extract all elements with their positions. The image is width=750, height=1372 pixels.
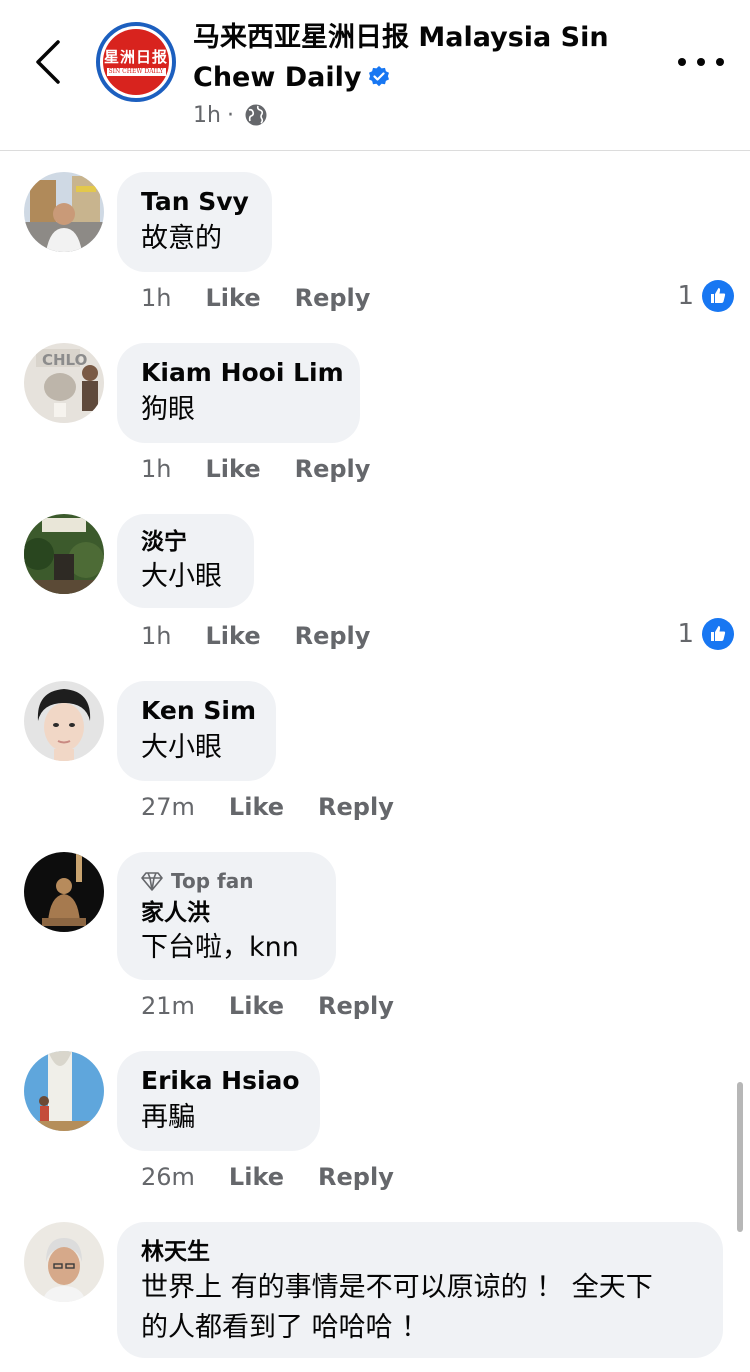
avatar[interactable] [24,1051,104,1131]
comment-item: 淡宁 大小眼 1h Like Reply 1 [0,514,750,664]
comment-bubble[interactable]: Ken Sim 大小眼 [117,681,276,781]
verified-check-icon [367,65,391,89]
comment-text: 狗眼 [141,394,195,425]
page-name[interactable]: 马来西亚星洲日报 Malaysia Sin Chew Daily [193,18,653,98]
top-fan-badge: Top fan [141,866,312,896]
reaction-number: 1 [677,619,694,649]
avatar[interactable] [24,172,104,252]
more-dot [697,58,705,66]
like-button[interactable]: Like [205,284,260,312]
globe-icon [244,103,268,127]
comment-actions: 1h Like Reply [141,283,370,313]
comment-text: 故意的 [141,223,222,254]
comment-text: 世界上 有的事情是不可以原谅的 ！ 全天下 [141,1272,653,1303]
like-reaction-icon [702,280,734,312]
reply-button[interactable]: Reply [295,622,371,650]
comment-actions: 21m Like Reply [141,991,394,1021]
avatar[interactable] [24,852,104,932]
post-meta: 1h · [193,100,268,130]
reaction-number: 1 [677,281,694,311]
comment-bubble[interactable]: Erika Hsiao 再騙 [117,1051,320,1151]
reply-button[interactable]: Reply [318,992,394,1020]
comment-bubble[interactable]: Top fan 家人洪 下台啦，knn [117,852,336,980]
comment-time[interactable]: 26m [141,1163,195,1191]
logo-text-en: SIN CHEW DAILY [106,67,166,76]
comment-author[interactable]: Ken Sim [141,693,256,729]
more-options-button[interactable] [678,50,724,74]
comment-actions: 1h Like Reply [141,621,370,651]
diamond-icon [141,870,163,892]
reply-button[interactable]: Reply [318,1163,394,1191]
comment-actions: 27m Like Reply [141,792,394,822]
comment-text: 再騙 [141,1102,195,1133]
chevron-left-icon [36,40,60,84]
more-dot [716,58,724,66]
comment-author[interactable]: 林天生 [141,1236,699,1268]
meta-separator: · [226,102,234,128]
comment-author[interactable]: Erika Hsiao [141,1063,300,1099]
avatar[interactable] [24,681,104,761]
comment-item: Top fan 家人洪 下台啦，knn 21m Like Reply [0,852,750,1022]
avatar[interactable]: CHLO [24,343,104,423]
comment-time[interactable]: 1h [141,622,171,650]
comment-item: Ken Sim 大小眼 27m Like Reply [0,681,750,831]
comment-author[interactable]: Tan Svy [141,184,249,220]
reaction-count[interactable]: 1 [677,617,734,651]
comment-actions: 26m Like Reply [141,1162,394,1192]
comment-item: 林天生 世界上 有的事情是不可以原谅的 ！ 全天下 的人都看到了 哈哈哈 ！ [0,1222,750,1362]
comment-text: 大小眼 [141,732,222,763]
like-button[interactable]: Like [229,992,284,1020]
logo-text-cn: 星洲日报 [103,47,168,66]
svg-text:CHLO: CHLO [42,351,87,369]
comment-bubble[interactable]: 淡宁 大小眼 [117,514,254,608]
comment-item: Tan Svy 故意的 1h Like Reply 1 [0,172,750,322]
reply-button[interactable]: Reply [295,284,371,312]
avatar[interactable] [24,514,104,594]
comment-bubble[interactable]: Tan Svy 故意的 [117,172,272,272]
comment-text: 的人都看到了 哈哈哈 ！ [141,1312,429,1343]
avatar[interactable] [24,1222,104,1302]
comment-author[interactable]: 家人洪 [141,896,312,930]
post-header: 星洲日报 SIN CHEW DAILY 马来西亚星洲日报 Malaysia Si… [0,0,750,151]
reply-button[interactable]: Reply [318,793,394,821]
comment-author[interactable]: Kiam Hooi Lim [141,355,344,391]
comment-item: Erika Hsiao 再騙 26m Like Reply [0,1051,750,1201]
comment-author[interactable]: 淡宁 [141,526,230,558]
comment-time[interactable]: 27m [141,793,195,821]
like-reaction-icon [702,618,734,650]
comment-bubble[interactable]: 林天生 世界上 有的事情是不可以原谅的 ！ 全天下 的人都看到了 哈哈哈 ！ [117,1222,723,1358]
comment-text: 下台啦，knn [141,932,299,963]
top-fan-label: Top fan [171,869,254,893]
comment-actions: 1h Like Reply [141,454,370,484]
like-button[interactable]: Like [205,455,260,483]
back-button[interactable] [30,40,66,84]
like-button[interactable]: Like [205,622,260,650]
comment-time[interactable]: 1h [141,455,171,483]
sin-chew-logo: 星洲日报 SIN CHEW DAILY [103,29,169,95]
comment-bubble[interactable]: Kiam Hooi Lim 狗眼 [117,343,360,443]
page-name-text: 马来西亚星洲日报 Malaysia Sin Chew Daily [193,22,609,93]
like-button[interactable]: Like [229,1163,284,1191]
reaction-count[interactable]: 1 [677,279,734,313]
reply-button[interactable]: Reply [295,455,371,483]
like-button[interactable]: Like [229,793,284,821]
comment-text: 大小眼 [141,561,222,592]
comment-item: CHLO Kiam Hooi Lim 狗眼 1h Like Reply [0,343,750,493]
page-avatar[interactable]: 星洲日报 SIN CHEW DAILY [96,22,176,102]
scrollbar[interactable] [737,1082,743,1232]
comment-time[interactable]: 21m [141,992,195,1020]
comment-time[interactable]: 1h [141,284,171,312]
more-dot [678,58,686,66]
post-time: 1h [193,102,221,128]
